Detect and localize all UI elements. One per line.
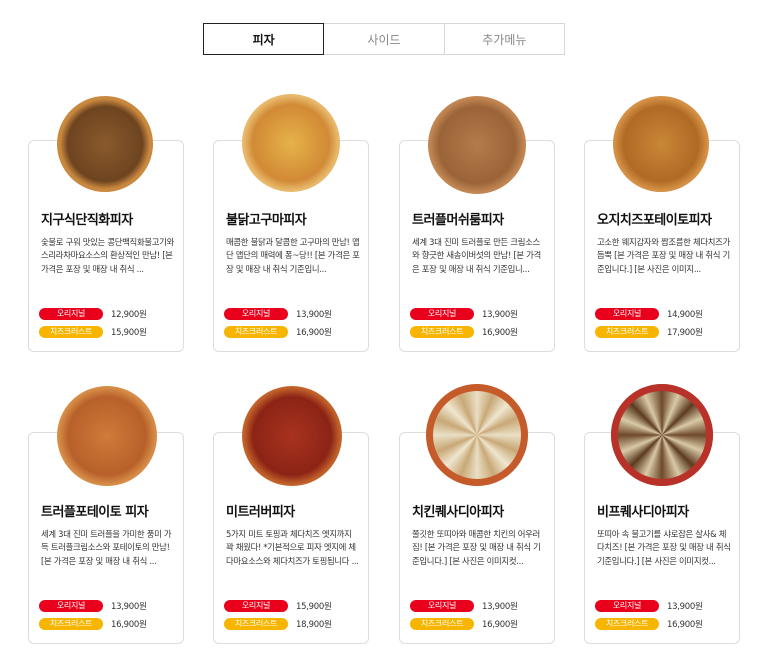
- original-badge: 오리지널: [595, 307, 659, 320]
- product-name: 트러플포테이토 피자: [41, 505, 149, 520]
- cheese-crust-price: 17,900원: [667, 327, 703, 338]
- original-price: 12,900원: [111, 309, 147, 320]
- product-name: 오지치즈포테이토피자: [597, 213, 712, 228]
- original-price: 13,900원: [111, 601, 147, 612]
- price-row-original: 오리지널 13,900원: [224, 307, 332, 320]
- price-row-original: 오리지널 14,900원: [595, 307, 703, 320]
- price-row-original: 오리지널 13,900원: [39, 599, 147, 612]
- price-row-cheese: 치즈크러스트 16,900원: [410, 325, 518, 338]
- price-row-cheese: 치즈크러스트 16,900원: [224, 325, 332, 338]
- cheese-crust-price: 16,900원: [296, 327, 332, 338]
- cheese-crust-price: 16,900원: [482, 327, 518, 338]
- cheese-crust-badge: 치즈크러스트: [39, 617, 103, 630]
- original-badge: 오리지널: [39, 307, 103, 320]
- pizza-image[interactable]: [242, 94, 340, 192]
- pizza-image[interactable]: [426, 384, 528, 486]
- cheese-crust-badge: 치즈크러스트: [410, 617, 474, 630]
- product-name: 미트러버피자: [226, 505, 295, 520]
- cheese-crust-badge: 치즈크러스트: [224, 617, 288, 630]
- product-name: 불닭고구마피자: [226, 213, 307, 228]
- price-row-cheese: 치즈크러스트 15,900원: [39, 325, 147, 338]
- cheese-crust-badge: 치즈크러스트: [410, 325, 474, 338]
- price-row-original: 오리지널 12,900원: [39, 307, 147, 320]
- original-price: 13,900원: [482, 309, 518, 320]
- tab-side[interactable]: 사이드: [324, 23, 445, 55]
- cheese-crust-badge: 치즈크러스트: [39, 325, 103, 338]
- original-badge: 오리지널: [224, 599, 288, 612]
- price-row-cheese: 치즈크러스트 18,900원: [224, 617, 332, 630]
- tab-pizza[interactable]: 피자: [203, 23, 325, 55]
- price-row-cheese: 치즈크러스트 16,900원: [595, 617, 703, 630]
- original-price: 15,900원: [296, 601, 332, 612]
- cheese-crust-price: 15,900원: [111, 327, 147, 338]
- original-badge: 오리지널: [39, 599, 103, 612]
- cheese-crust-price: 16,900원: [667, 619, 703, 630]
- cheese-crust-badge: 치즈크러스트: [595, 325, 659, 338]
- product-description: 세계 3대 진미 트러플로 만든 크림소스와 향긋한 새송이버섯의 만남! [본…: [412, 237, 541, 274]
- price-row-cheese: 치즈크러스트 16,900원: [410, 617, 518, 630]
- original-badge: 오리지널: [410, 599, 474, 612]
- product-description: 숯불로 구워 맛있는 콩단백직화불고기와 스리라차마요소스의 환상적인 만남! …: [41, 237, 174, 274]
- original-price: 13,900원: [296, 309, 332, 320]
- pizza-image[interactable]: [428, 96, 526, 194]
- price-row-original: 오리지널 15,900원: [224, 599, 332, 612]
- original-price: 14,900원: [667, 309, 703, 320]
- original-badge: 오리지널: [595, 599, 659, 612]
- product-name: 트러플머쉬룸피자: [412, 213, 504, 228]
- pizza-image[interactable]: [611, 384, 713, 486]
- original-price: 13,900원: [667, 601, 703, 612]
- pizza-image[interactable]: [57, 386, 157, 486]
- menu-category-tabs: 피자 사이드 추가메뉴: [203, 23, 565, 55]
- pizza-image[interactable]: [57, 96, 153, 192]
- product-description: 5가지 미트 토핑과 체다치즈 엣지까지 꽉 채웠다! *기본적으로 피자 엣지…: [226, 529, 359, 566]
- price-row-cheese: 치즈크러스트 16,900원: [39, 617, 147, 630]
- original-badge: 오리지널: [410, 307, 474, 320]
- cheese-crust-price: 18,900원: [296, 619, 332, 630]
- product-description: 매콤한 불닭과 달콤한 고구마의 만남! 맵단 맵단의 매력에 퐁~당!! [본…: [226, 237, 360, 274]
- cheese-crust-price: 16,900원: [482, 619, 518, 630]
- tab-extra-menu[interactable]: 추가메뉴: [444, 23, 565, 55]
- product-name: 비프퀘사디아피자: [597, 505, 689, 520]
- price-row-original: 오리지널 13,900원: [410, 599, 518, 612]
- cheese-crust-price: 16,900원: [111, 619, 147, 630]
- product-description: 또띠아 속 불고기를 샤로잡은 살사& 체다치즈! [본 가격은 포장 및 매장…: [597, 529, 731, 566]
- product-name: 치킨퀘사디아피자: [412, 505, 504, 520]
- price-row-original: 오리지널 13,900원: [595, 599, 703, 612]
- price-row-cheese: 치즈크러스트 17,900원: [595, 325, 703, 338]
- product-description: 쫄깃한 또띠아와 매콤한 치킨의 어우러짐! [본 가격은 포장 및 매장 내 …: [412, 529, 541, 566]
- product-description: 고소한 웨지감자와 짭조름한 체다치즈가 듬뿍 [본 가격은 포장 및 매장 내…: [597, 237, 730, 274]
- price-row-original: 오리지널 13,900원: [410, 307, 518, 320]
- cheese-crust-badge: 치즈크러스트: [595, 617, 659, 630]
- cheese-crust-badge: 치즈크러스트: [224, 325, 288, 338]
- original-badge: 오리지널: [224, 307, 288, 320]
- product-name: 지구식단직화피자: [41, 213, 133, 228]
- original-price: 13,900원: [482, 601, 518, 612]
- pizza-image[interactable]: [613, 96, 709, 192]
- pizza-image[interactable]: [242, 386, 342, 486]
- product-description: 세계 3대 진미 트러플을 가미한 풍미 가득 트러플크림소스와 포테이토의 만…: [41, 529, 172, 566]
